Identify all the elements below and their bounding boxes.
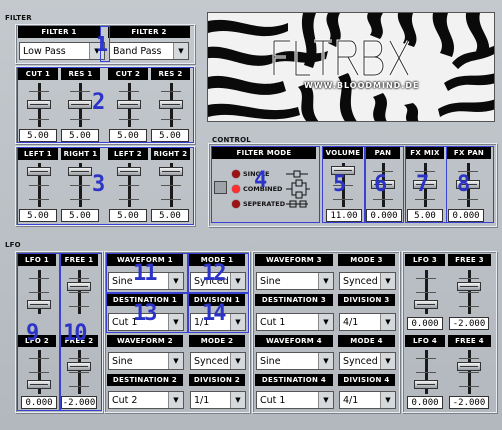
division2-header: DIVISION 2 — [189, 374, 245, 386]
free3-slider[interactable] — [456, 270, 482, 314]
annotation-number-12: 12 — [202, 261, 226, 286]
division3-dropdown[interactable]: 4/1 ▼ — [339, 313, 396, 331]
annotation-number-13: 13 — [133, 301, 157, 326]
destination2-header: DESTINATION 2 — [107, 374, 183, 386]
chevron-down-icon: ▼ — [380, 392, 395, 408]
annotation-number-9: 9 — [26, 321, 40, 346]
mode2-value: Synced — [194, 355, 229, 367]
waveform2-dropdown[interactable]: Sine ▼ — [108, 352, 184, 370]
mode4-value: Synced — [343, 355, 378, 367]
division4-header: DIVISION 4 — [338, 374, 395, 386]
annotation-number-2: 2 — [92, 90, 106, 115]
destination2-value: Cut 2 — [112, 394, 138, 406]
chevron-down-icon: ▼ — [380, 273, 395, 289]
chevron-down-icon: ▼ — [318, 314, 333, 330]
division4-value: 4/1 — [343, 394, 359, 406]
chevron-down-icon: ▼ — [168, 392, 183, 408]
annotation-number-8: 8 — [457, 172, 471, 197]
division3-value: 4/1 — [343, 316, 359, 328]
lfo3-header: LFO 3 — [405, 254, 445, 266]
free4-header: FREE 4 — [448, 335, 491, 347]
fltrbx-plugin-window: FILTER FILTER 1 FILTER 2 Low Pass ▼ Band… — [0, 0, 502, 430]
filter1-header: FILTER 1 — [18, 26, 100, 38]
destination3-value: Cut 1 — [260, 316, 286, 328]
lfo3-value[interactable]: 0.000 — [407, 317, 443, 330]
mode3-header: MODE 3 — [338, 254, 395, 266]
mode2-dropdown[interactable]: Synced ▼ — [190, 352, 246, 370]
annotation-number-1: 1 — [96, 32, 109, 56]
filter-section-title: FILTER — [5, 14, 32, 22]
destination4-value: Cut 1 — [260, 394, 286, 406]
waveform2-value: Sine — [112, 355, 133, 367]
annotation-number-4: 4 — [254, 168, 268, 193]
free4-value[interactable]: -2.000 — [449, 396, 489, 409]
mode2-header: MODE 2 — [189, 335, 245, 347]
mode3-dropdown[interactable]: Synced ▼ — [339, 272, 396, 290]
mode4-dropdown[interactable]: Synced ▼ — [339, 352, 396, 370]
chevron-down-icon: ▼ — [318, 353, 333, 369]
division3-header: DIVISION 3 — [338, 294, 395, 306]
waveform3-header: WAVEFORM 3 — [255, 254, 333, 266]
mode4-header: MODE 4 — [338, 335, 395, 347]
waveform3-dropdown[interactable]: Sine ▼ — [256, 272, 334, 290]
destination4-header: DESTINATION 4 — [255, 374, 333, 386]
filter1-dropdown[interactable]: Low Pass ▼ — [19, 42, 105, 60]
division2-dropdown[interactable]: 1/1 ▼ — [190, 391, 246, 409]
logo-url-text: WWW.BLOODMIND.DE — [304, 81, 420, 90]
free4-slider[interactable] — [456, 350, 482, 394]
annotation-box-3 — [17, 147, 194, 225]
destination2-dropdown[interactable]: Cut 2 ▼ — [108, 391, 184, 409]
lfo4-header: LFO 4 — [405, 335, 445, 347]
annotation-number-14: 14 — [202, 301, 226, 326]
annotation-number-7: 7 — [416, 172, 430, 197]
chevron-down-icon: ▼ — [318, 273, 333, 289]
chevron-down-icon: ▼ — [168, 353, 183, 369]
waveform4-header: WAVEFORM 4 — [255, 335, 333, 347]
chevron-down-icon: ▼ — [173, 43, 188, 59]
chevron-down-icon: ▼ — [318, 392, 333, 408]
chevron-down-icon: ▼ — [230, 392, 245, 408]
zebra-pattern-image — [208, 13, 494, 121]
lfo-section-title: LFO — [5, 241, 21, 249]
filter2-header: FILTER 2 — [108, 26, 190, 38]
chevron-down-icon: ▼ — [380, 314, 395, 330]
free3-value[interactable]: -2.000 — [449, 317, 489, 330]
division2-value: 1/1 — [194, 394, 210, 406]
fltrbx-logo: WWW.BLOODMIND.DE — [207, 12, 495, 122]
annotation-box-2 — [17, 67, 194, 143]
chevron-down-icon: ▼ — [230, 353, 245, 369]
filter1-value: Low Pass — [23, 45, 66, 57]
filter2-dropdown[interactable]: Band Pass ▼ — [109, 42, 189, 60]
free3-header: FREE 3 — [448, 254, 491, 266]
lfo3-slider[interactable] — [413, 270, 439, 314]
destination4-dropdown[interactable]: Cut 1 ▼ — [256, 391, 334, 409]
waveform3-value: Sine — [260, 275, 281, 287]
annotation-number-3: 3 — [92, 172, 106, 197]
annotation-number-11: 11 — [133, 261, 157, 286]
division4-dropdown[interactable]: 4/1 ▼ — [339, 391, 396, 409]
annotation-number-6: 6 — [374, 172, 388, 197]
filter2-value: Band Pass — [113, 45, 162, 57]
destination3-header: DESTINATION 3 — [255, 294, 333, 306]
lfo4-slider[interactable] — [413, 350, 439, 394]
waveform2-header: WAVEFORM 2 — [107, 335, 183, 347]
annotation-number-10: 10 — [63, 321, 87, 346]
destination3-dropdown[interactable]: Cut 1 ▼ — [256, 313, 334, 331]
chevron-down-icon: ▼ — [380, 353, 395, 369]
lfo4-value[interactable]: 0.000 — [407, 396, 443, 409]
mode3-value: Synced — [343, 275, 378, 287]
waveform4-dropdown[interactable]: Sine ▼ — [256, 352, 334, 370]
annotation-number-5: 5 — [333, 172, 347, 197]
waveform4-value: Sine — [260, 355, 281, 367]
